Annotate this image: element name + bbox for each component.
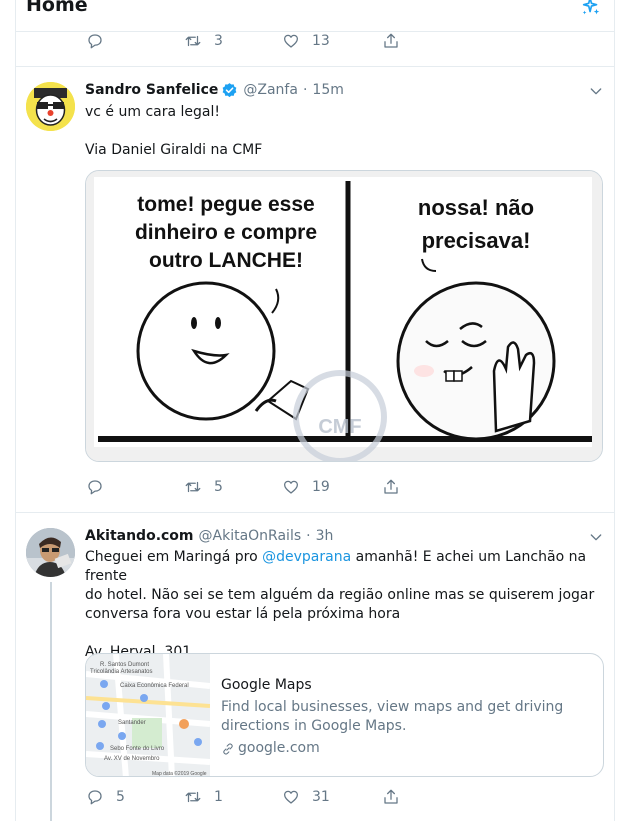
map-image: R. Santos Dumont Tricolândia Artesanatos… [86, 654, 211, 777]
retweet-icon [185, 35, 201, 47]
page-title: Home [26, 0, 88, 16]
map-attribution: Map data ©2019 Google [152, 770, 207, 777]
retweet-count: 3 [214, 33, 223, 49]
like-button[interactable]: 19 [282, 478, 330, 496]
chevron-down-icon[interactable] [588, 529, 604, 545]
like-count: 31 [312, 789, 330, 805]
retweet-button[interactable]: 3 [184, 32, 223, 50]
separator-dot: · [306, 528, 311, 544]
tweet-header: Akitando.com @AkitaOnRails · 3h [85, 526, 333, 546]
map-label: Av. XV de Novembro [104, 756, 160, 762]
tweet-header: Sandro Sanfelice @Zanfa · 15m [85, 80, 344, 100]
heart-icon [283, 790, 299, 804]
retweet-count: 1 [214, 789, 223, 805]
share-button[interactable] [382, 478, 400, 496]
map-label: Santander [118, 720, 146, 726]
heart-icon [283, 480, 299, 494]
tweet-actions: 5 19 [86, 478, 406, 500]
display-name[interactable]: Akitando.com [85, 528, 194, 544]
retweet-icon [185, 481, 201, 493]
tweet-actions: 5 1 31 [86, 788, 406, 810]
card-description-line: directions in Google Maps. [221, 718, 407, 734]
tweet-text-line: vc é um cara legal! [85, 104, 220, 120]
avatar[interactable] [26, 82, 75, 131]
retweet-button[interactable]: 5 [184, 478, 223, 496]
timeline-column: Home 3 13 Sandro Sanfelice @Zanfa · 15m … [15, 0, 615, 821]
map-label: R. Santos Dumont [100, 662, 149, 668]
display-name[interactable]: Sandro Sanfelice [85, 82, 218, 98]
reply-button[interactable]: 5 [86, 788, 125, 806]
tweet-text-line: Cheguei em Maringá pro @devparana amanhã… [85, 548, 610, 586]
avatar-image [26, 82, 75, 131]
meme-right-line2: precisava! [422, 228, 531, 253]
card-domain-text: google.com [238, 740, 320, 756]
timestamp[interactable]: 3h [316, 528, 334, 544]
like-button[interactable]: 31 [282, 788, 330, 806]
meme-left-line1: tome! pegue esse [137, 193, 314, 216]
meme-left-line2: dinheiro e compre [135, 221, 317, 244]
reply-button[interactable] [86, 32, 104, 50]
tweet-text: vc é um cara legal! Via Daniel Giraldi n… [85, 103, 607, 160]
reply-icon [88, 790, 102, 805]
tweet-text: Cheguei em Maringá pro @devparana amanhã… [85, 548, 610, 662]
card-description-line: Find local businesses, view maps and get… [221, 699, 564, 715]
tweet-text-line: conversa fora vou estar lá pela próxima … [85, 606, 401, 622]
separator-dot: · [302, 82, 308, 98]
tweet-divider [16, 512, 614, 513]
card-title: Google Maps [221, 677, 312, 693]
share-icon [384, 479, 398, 494]
card-description: Find local businesses, view maps and get… [221, 698, 591, 736]
share-icon [384, 33, 398, 48]
like-button[interactable]: 13 [282, 32, 330, 50]
avatar[interactable] [26, 528, 75, 577]
reply-icon [88, 480, 102, 495]
share-button[interactable] [382, 788, 400, 806]
heart-icon [283, 34, 299, 48]
retweet-icon [185, 791, 201, 803]
timestamp[interactable]: 15m [312, 82, 343, 98]
mention-link[interactable]: @devparana [262, 549, 351, 565]
tweet-actions: 3 13 [86, 32, 406, 54]
avatar-image [26, 528, 75, 577]
link-icon [223, 742, 233, 755]
thread-connector [50, 582, 52, 821]
reply-count: 5 [116, 789, 125, 805]
watermark-text: CMF [318, 416, 361, 438]
retweet-button[interactable]: 1 [184, 788, 223, 806]
verified-icon [223, 82, 237, 97]
user-handle[interactable]: @Zanfa [243, 82, 298, 98]
tweet-text-line: Via Daniel Giraldi na CMF [85, 142, 263, 158]
reply-button[interactable] [86, 478, 104, 496]
map-label: Tricolândia Artesanatos [90, 669, 152, 675]
card-domain: google.com [221, 739, 591, 758]
user-handle[interactable]: @AkitaOnRails [199, 528, 302, 544]
meme-left-line3: outro LANCHE! [149, 249, 303, 272]
share-button[interactable] [382, 32, 400, 50]
meme-illustration: tome! pegue esse dinheiro e compre outro… [86, 171, 602, 461]
reply-icon [88, 34, 102, 49]
tweet-text-line: do hotel. Não sei se tem alguém da regiã… [85, 587, 595, 603]
tweet-media-image[interactable]: tome! pegue esse dinheiro e compre outro… [85, 170, 603, 462]
like-count: 19 [312, 479, 330, 495]
sparkle-icon[interactable] [580, 0, 602, 18]
map-label: Caixa Econômica Federal [120, 683, 189, 689]
map-label: Sebo Fonte do Livro [110, 746, 165, 752]
card-body: Google Maps Find local businesses, view … [221, 676, 591, 758]
map-thumbnail: R. Santos Dumont Tricolândia Artesanatos… [86, 654, 211, 777]
meme-right-line1: nossa! não [418, 195, 534, 220]
retweet-count: 5 [214, 479, 223, 495]
link-card[interactable]: R. Santos Dumont Tricolândia Artesanatos… [85, 653, 604, 777]
chevron-down-icon[interactable] [588, 83, 604, 99]
share-icon [384, 789, 398, 804]
tweet-divider [16, 66, 614, 67]
tweet-text-segment: Cheguei em Maringá pro [85, 549, 263, 565]
timeline-header: Home [16, 0, 614, 32]
like-count: 13 [312, 33, 330, 49]
